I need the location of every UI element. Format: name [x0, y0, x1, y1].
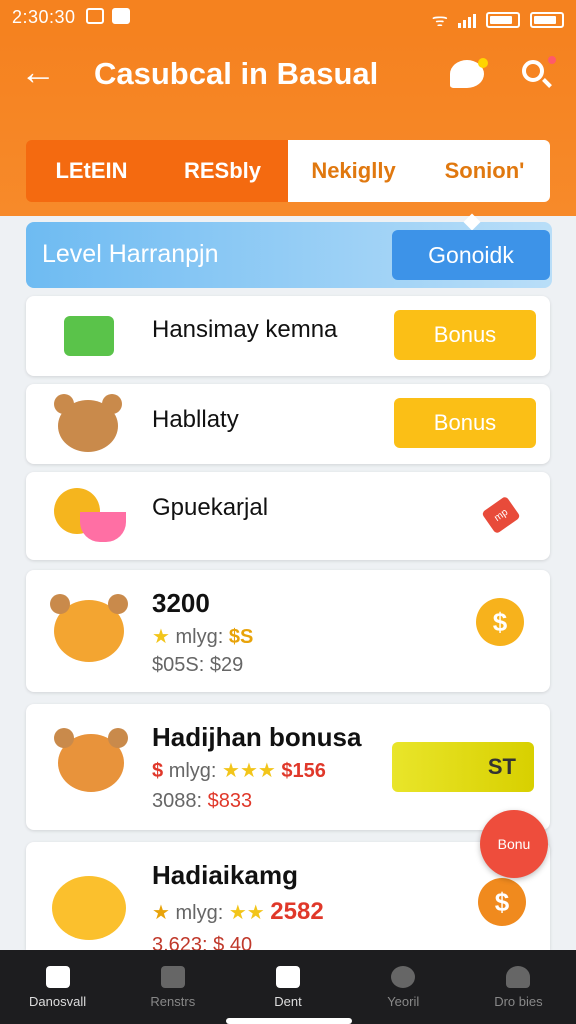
- level-banner: Level Harranpjn Gonoidk: [26, 213, 552, 288]
- notification-icon: [112, 8, 130, 24]
- list-item[interactable]: 3200 ★ mlyg: $S $05S: $29 $: [26, 570, 550, 692]
- tab-1[interactable]: LEtEIN: [26, 140, 157, 202]
- page-title: Casubcal in Basual: [94, 56, 379, 91]
- item-rating: ★ mlyg: ★★ 2582: [152, 898, 324, 925]
- dollar-coin-icon[interactable]: $: [476, 598, 524, 646]
- list-item[interactable]: Habllaty Bonus: [26, 384, 550, 464]
- status-bar: 2:30:30 ᯤ: [0, 0, 576, 36]
- list-item[interactable]: Hansimay kemna Bonus: [26, 296, 550, 376]
- item-name: Hadiaikamg: [152, 860, 298, 890]
- tab-2[interactable]: RESbly: [157, 140, 288, 202]
- search-badge: [548, 56, 556, 64]
- bear-icon: [54, 728, 128, 792]
- bonus-fab[interactable]: Bonu: [480, 810, 548, 878]
- bonus-button[interactable]: Bonus: [394, 398, 536, 448]
- nav-profile[interactable]: Dro bies: [461, 950, 576, 1024]
- app-header: ← Casubcal in Basual LEtEIN RESbly Nekig…: [0, 36, 576, 216]
- nav-shop[interactable]: Renstrs: [115, 950, 230, 1024]
- card-icon: [276, 965, 300, 988]
- item-price: $05S: $29: [152, 654, 244, 676]
- profile-icon: [506, 965, 531, 988]
- star-icon: ★: [152, 626, 170, 648]
- clock-icon: [391, 965, 416, 988]
- nav-home[interactable]: Danosvall: [0, 950, 115, 1024]
- chick-icon: [52, 876, 126, 940]
- tab-bar: LEtEIN RESbly Nekiglly Sonion': [26, 140, 550, 202]
- level-label: Level Harranpjn: [42, 240, 219, 268]
- tab-3[interactable]: Nekiglly: [288, 140, 419, 202]
- status-time: 2:30:30: [12, 7, 76, 27]
- nav-label: Yeoril: [387, 993, 420, 1009]
- back-arrow-icon[interactable]: ←: [20, 54, 60, 94]
- bonus-button[interactable]: Bonus: [394, 310, 536, 360]
- wifi-icon: ᯤ: [431, 10, 448, 30]
- tag-icon[interactable]: mp: [481, 495, 521, 535]
- list-item[interactable]: Gpuekarjal mp: [26, 472, 550, 560]
- battery-icon-2: [530, 12, 564, 28]
- signal-icon: [458, 12, 476, 28]
- nav-label: Dro bies: [494, 993, 543, 1009]
- chat-badge: [478, 58, 488, 68]
- star-icon: ★: [152, 902, 170, 924]
- nav-label: Danosvall: [29, 993, 87, 1009]
- home-icon: [45, 965, 70, 988]
- nav-label: Renstrs: [150, 993, 196, 1009]
- gift-box-icon: [64, 316, 114, 356]
- level-button[interactable]: Gonoidk: [392, 230, 550, 280]
- nav-label: Dent: [274, 993, 302, 1009]
- item-name: Hansimay kemna: [152, 316, 338, 343]
- shop-icon: [160, 965, 185, 988]
- grid-icon: [86, 8, 104, 24]
- status-icons: ᯤ: [432, 8, 564, 32]
- bear-icon: [54, 394, 122, 452]
- golden-button[interactable]: ST: [392, 742, 534, 792]
- tab-4[interactable]: Sonion': [419, 140, 550, 202]
- nav-card[interactable]: Dent: [230, 950, 345, 1024]
- stars-icon: ★★★: [222, 760, 276, 782]
- item-amount: 3200: [152, 588, 210, 618]
- item-name: Hadijhan bonusa: [152, 722, 362, 752]
- nav-history[interactable]: Yeoril: [346, 950, 461, 1024]
- item-price: 3088: $833: [152, 790, 253, 812]
- dollar-coin-icon[interactable]: $: [478, 878, 526, 926]
- tag-mark-icon: $: [152, 760, 164, 782]
- cake-icon: [80, 512, 126, 542]
- stars-icon: ★★: [228, 902, 265, 924]
- item-name: Habllaty: [152, 406, 239, 433]
- item-name: Gpuekarjal: [152, 494, 269, 521]
- list-item[interactable]: Hadijhan bonusa $ mlyg: ★★★ $156 3088: $…: [26, 704, 550, 830]
- item-rating: ★ mlyg: $S: [152, 626, 254, 648]
- puppy-icon: [50, 594, 128, 662]
- bottom-nav: Danosvall Renstrs Dent Yeoril Dro bies: [0, 950, 576, 1024]
- search-icon[interactable]: [522, 60, 544, 82]
- pointer-marker: [463, 213, 481, 231]
- battery-icon: [486, 12, 520, 28]
- list-item[interactable]: Hadiaikamg ★ mlyg: ★★ 2582 3,623: $ 40 $: [26, 842, 550, 956]
- home-indicator: [226, 1018, 352, 1024]
- item-rating: $ mlyg: ★★★ $156: [152, 760, 326, 782]
